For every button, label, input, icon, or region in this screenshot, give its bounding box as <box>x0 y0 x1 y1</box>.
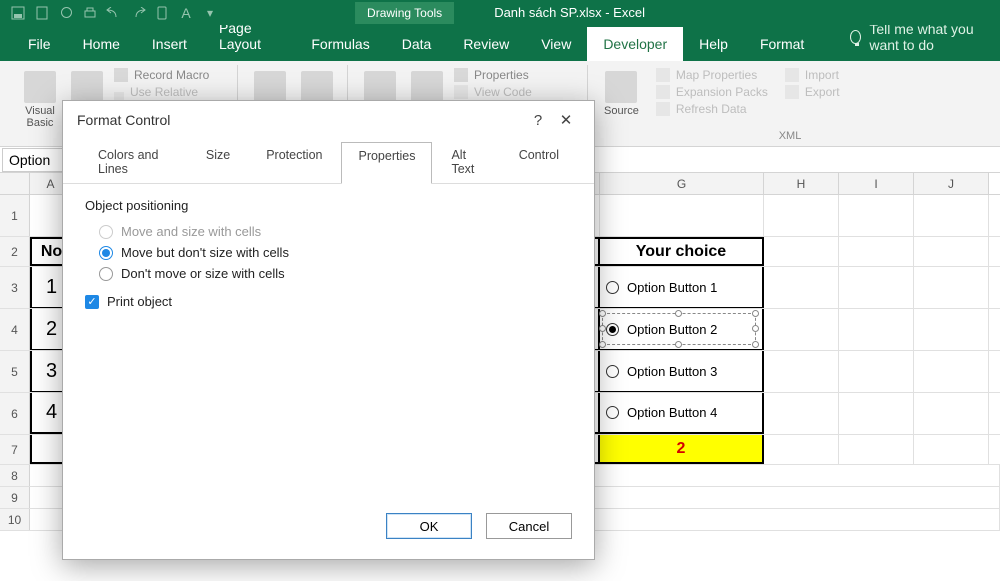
col-header[interactable]: H <box>764 173 839 194</box>
tab-data[interactable]: Data <box>386 27 448 61</box>
tab-formulas[interactable]: Formulas <box>295 27 385 61</box>
checkbox-print-object[interactable]: ✓ Print object <box>85 284 572 309</box>
record-macro-button[interactable]: Record Macro <box>112 67 227 83</box>
quick-access-toolbar: A ▾ <box>0 5 218 21</box>
title-bar: A ▾ Drawing Tools Danh sách SP.xlsx - Ex… <box>0 0 1000 25</box>
radio-dont-move[interactable]: Don't move or size with cells <box>85 263 572 284</box>
xml-export-button[interactable]: Export <box>783 84 842 100</box>
qat-more-icon[interactable]: ▾ <box>202 5 218 21</box>
tell-me-label: Tell me what you want to do <box>869 21 1000 53</box>
dlg-tab-control[interactable]: Control <box>502 141 576 183</box>
col-header[interactable]: I <box>839 173 914 194</box>
row-header[interactable]: 3 <box>0 267 30 308</box>
radio-icon <box>606 281 619 294</box>
visual-basic-button[interactable]: Visual Basic <box>18 67 62 133</box>
radio-icon <box>606 365 619 378</box>
radio-move-no-size[interactable]: Move but don't size with cells <box>85 242 572 263</box>
new-icon[interactable] <box>34 5 50 21</box>
row-header[interactable]: 5 <box>0 351 30 392</box>
ok-button[interactable]: OK <box>386 513 472 539</box>
radio-icon <box>99 225 113 239</box>
radio-move-and-size: Move and size with cells <box>85 221 572 242</box>
check-icon: ✓ <box>85 295 99 309</box>
dialog-tabs: Colors and Lines Size Protection Propert… <box>63 135 594 184</box>
radio-icon <box>99 267 113 281</box>
option-button-3[interactable]: Option Button 3 <box>600 351 764 392</box>
dialog-title: Format Control <box>77 112 170 128</box>
result-cell: 2 <box>600 435 764 464</box>
row-header[interactable]: 9 <box>0 487 30 508</box>
row-header[interactable]: 6 <box>0 393 30 434</box>
row-header[interactable]: 8 <box>0 465 30 486</box>
dlg-tab-size[interactable]: Size <box>189 141 247 183</box>
print-icon[interactable] <box>82 5 98 21</box>
dlg-tab-alttext[interactable]: Alt Text <box>434 141 499 183</box>
tab-insert[interactable]: Insert <box>136 27 203 61</box>
tab-format[interactable]: Format <box>744 27 820 61</box>
circle-icon[interactable] <box>58 5 74 21</box>
expansion-packs-button[interactable]: Expansion Packs <box>654 84 770 100</box>
name-box[interactable]: Option <box>2 148 64 172</box>
col-header[interactable]: G <box>600 173 764 194</box>
table-header-choice: Your choice <box>600 237 764 266</box>
redo-icon[interactable] <box>130 5 146 21</box>
group-label-xml: XML <box>598 130 982 144</box>
tab-help[interactable]: Help <box>683 27 744 61</box>
option-button-2[interactable]: Option Button 2 <box>600 309 764 350</box>
properties-icon <box>454 68 468 82</box>
save-icon[interactable] <box>10 5 26 21</box>
select-all-corner[interactable] <box>0 173 30 194</box>
tab-view[interactable]: View <box>525 27 587 61</box>
view-code-button[interactable]: View Code <box>452 84 534 100</box>
radio-icon <box>99 246 113 260</box>
source-button[interactable]: Source <box>598 67 645 121</box>
radio-icon <box>606 323 619 336</box>
radio-icon <box>606 406 619 419</box>
window-title: Danh sách SP.xlsx - Excel <box>494 5 645 20</box>
group-xml: Source Map Properties Expansion Packs Re… <box>588 65 992 146</box>
touch-icon[interactable] <box>154 5 170 21</box>
xml-import-button[interactable]: Import <box>783 67 842 83</box>
row-header[interactable]: 7 <box>0 435 30 464</box>
contextual-tab-label: Drawing Tools <box>355 2 454 24</box>
dlg-tab-colors[interactable]: Colors and Lines <box>81 141 187 183</box>
format-control-dialog: Format Control ? ✕ Colors and Lines Size… <box>62 100 595 560</box>
cancel-button[interactable]: Cancel <box>486 513 572 539</box>
dlg-tab-protection[interactable]: Protection <box>249 141 339 183</box>
row-header[interactable]: 1 <box>0 195 30 236</box>
dialog-close-button[interactable]: ✕ <box>552 111 580 129</box>
col-header[interactable]: J <box>914 173 989 194</box>
tab-developer[interactable]: Developer <box>587 27 683 61</box>
option-button-4[interactable]: Option Button 4 <box>600 393 764 434</box>
dialog-help-button[interactable]: ? <box>524 112 552 129</box>
tab-home[interactable]: Home <box>67 27 136 61</box>
bulb-icon <box>850 30 861 44</box>
row-header[interactable]: 10 <box>0 509 30 530</box>
map-properties-button[interactable]: Map Properties <box>654 67 770 83</box>
tab-review[interactable]: Review <box>447 27 525 61</box>
ribbon-tabs: File Home Insert Page Layout Formulas Da… <box>0 25 1000 61</box>
font-icon[interactable]: A <box>178 5 194 21</box>
row-header[interactable]: 4 <box>0 309 30 350</box>
row-header[interactable]: 2 <box>0 237 30 266</box>
tab-file[interactable]: File <box>12 27 67 61</box>
dlg-tab-properties[interactable]: Properties <box>341 142 432 184</box>
refresh-data-button[interactable]: Refresh Data <box>654 101 770 117</box>
undo-icon[interactable] <box>106 5 122 21</box>
option-button-1[interactable]: Option Button 1 <box>600 267 764 308</box>
section-object-positioning: Object positioning <box>85 198 572 213</box>
properties-button[interactable]: Properties <box>452 67 534 83</box>
